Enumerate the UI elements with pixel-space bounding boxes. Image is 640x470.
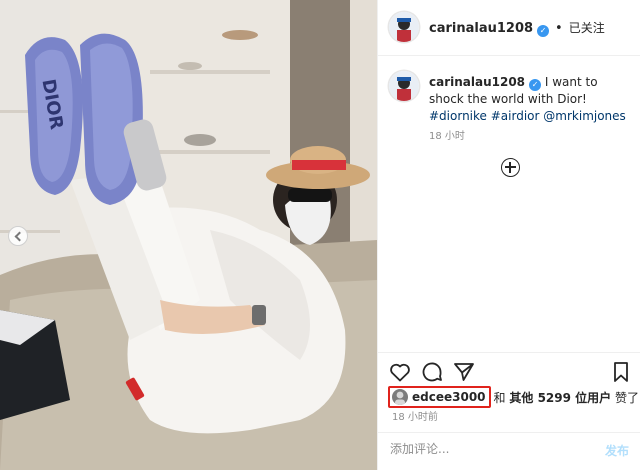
avatar-image: [389, 12, 419, 42]
caption-username[interactable]: carinalau1208: [429, 75, 525, 89]
actions-divider: [378, 352, 640, 353]
liker-avatar: [392, 389, 408, 405]
comment-icon[interactable]: [420, 360, 444, 384]
likes-others-suffix: 位用户: [575, 390, 612, 405]
avatar-image: [389, 71, 419, 101]
author-username[interactable]: carinalau1208: [429, 21, 533, 36]
post-side-panel: carinalau1208 ✓ • 已关注 carinalau1208 ✓ I want…: [377, 0, 640, 470]
author-avatar[interactable]: [389, 12, 419, 42]
heart-icon[interactable]: [388, 360, 412, 384]
share-icon[interactable]: [452, 360, 476, 384]
separator-dot: •: [555, 21, 563, 36]
comment-input[interactable]: [390, 442, 580, 456]
likes-connector: 和: [493, 390, 506, 405]
likes-count: 5299: [537, 390, 571, 405]
post-image: DIOR: [0, 0, 377, 470]
hashtag-link[interactable]: #airdior: [491, 109, 540, 123]
header-divider: [378, 55, 640, 56]
bookmark-icon[interactable]: [609, 360, 633, 384]
post-photo[interactable]: DIOR: [0, 0, 377, 470]
verified-badge-icon: ✓: [529, 79, 542, 91]
liker-highlight-box[interactable]: edcee3000: [388, 386, 491, 408]
chevron-left-icon: [14, 231, 25, 241]
hashtag-link[interactable]: #diornike: [429, 109, 487, 123]
likes-text: 和 其他 5299 位用户 赞了: [494, 389, 640, 406]
liker-username[interactable]: edcee3000: [412, 390, 486, 404]
comment-bar: 发布: [378, 432, 640, 470]
post-timestamp: 18 小时前: [392, 412, 438, 423]
post-header: carinalau1208 ✓ • 已关注: [429, 19, 605, 37]
previous-photo-button[interactable]: [8, 226, 28, 246]
follow-status-button[interactable]: 已关注: [569, 21, 605, 35]
likes-others-prefix: 其他: [509, 390, 534, 405]
post-comment-button[interactable]: 发布: [605, 442, 629, 459]
caption-timestamp: 18 小时: [429, 131, 465, 142]
verified-badge-icon: ✓: [537, 25, 550, 37]
load-more-comments-button[interactable]: [501, 158, 520, 177]
likes-liked-label: 赞了: [615, 390, 640, 405]
action-bar: [378, 360, 640, 386]
caption-author-avatar[interactable]: [389, 71, 419, 101]
likes-summary: edcee3000 和 其他 5299 位用户 赞了: [388, 386, 639, 408]
post-caption: carinalau1208 ✓ I want to shock the world…: [429, 74, 634, 125]
likes-others-link[interactable]: 其他 5299 位用户: [509, 391, 611, 405]
mention-link[interactable]: @mrkimjones: [543, 109, 626, 123]
